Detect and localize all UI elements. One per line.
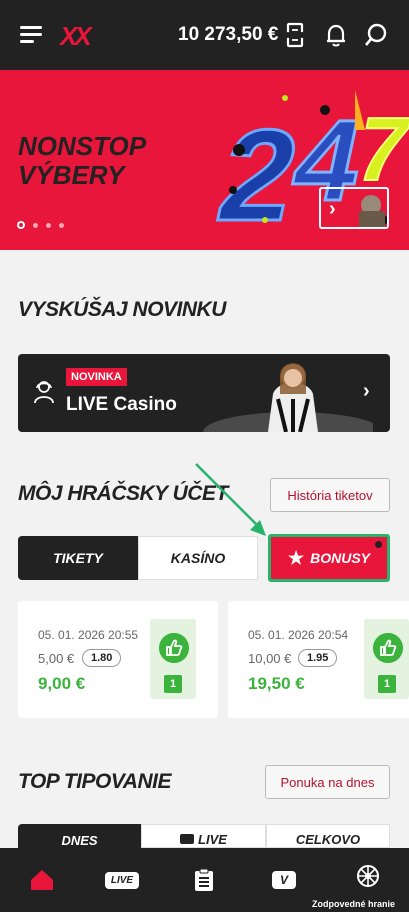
account-tabs: TIKETY KASÍNO ★ BONUSY [18,534,390,582]
nav-home[interactable] [22,848,62,912]
tab-label: LIVE [198,832,227,847]
bell-icon[interactable] [323,22,349,48]
wheel-icon [357,865,379,887]
tab-bonusy[interactable]: ★ BONUSY [268,534,390,582]
clipboard-icon [195,868,213,891]
section-title-new: VYSKÚŠAJ NOVINKU [18,298,226,321]
ticket-win: 19,50 € [248,674,305,693]
menu-icon[interactable] [20,26,42,44]
tab-label: DNES [61,833,98,848]
ticket-count: 1 [378,675,396,693]
new-badge: NOVINKA [66,368,127,386]
promo-banner[interactable]: NONSTOP VÝBERY 2 4 7 › [0,70,409,250]
top-tips-tabs: DNES LIVE CELKOVO [18,824,390,848]
live-icon: LIVE [104,871,140,889]
bottom-navigation: LIVE V Zodpovedné hranie [0,848,409,912]
tab-celkovo[interactable]: CELKOVO [266,824,390,848]
ticket-card[interactable]: 05. 01. 2026 20:54 10,00 € 1.95 19,50 € … [228,601,409,718]
chevron-right-icon: › [329,198,336,220]
tab-label: KASÍNO [170,550,226,566]
logo[interactable]: XX [60,21,92,52]
nav-virtual[interactable]: V [266,848,302,912]
home-icon [31,870,53,890]
ticket-icon[interactable] [282,22,308,48]
thumbs-up-icon [373,633,403,663]
ticket-status: 1 [150,619,196,699]
banner-thumbnail [359,195,385,227]
dealer-image [203,363,373,432]
nav-live[interactable]: LIVE [104,848,140,912]
pagination-dot[interactable] [59,222,64,228]
ticket-count: 1 [164,675,182,693]
pagination-dot[interactable] [33,222,38,228]
search-icon[interactable] [363,22,389,48]
tab-label: BONUSY [310,550,371,566]
video-icon [180,834,195,844]
ticket-date: 05. 01. 2026 20:55 [38,628,139,642]
nav-tickets[interactable] [186,848,222,912]
ticket-history-button[interactable]: História tiketov [270,478,390,512]
tab-live[interactable]: LIVE [141,824,266,848]
thumbs-up-icon [159,633,189,663]
star-icon: ★ [287,547,305,568]
ticket-odds: 1.80 [82,649,122,667]
banner-pagination[interactable] [17,221,64,229]
tab-kasino[interactable]: KASÍNO [138,536,258,580]
live-casino-promo[interactable]: NOVINKA LIVE Casino › [18,354,390,432]
tab-dnes[interactable]: DNES [18,824,141,848]
section-title-top-tips: TOP TIPOVANIE [18,770,171,793]
ticket-stake: 10,00 € [248,651,292,666]
ticket-status: 1 [364,619,409,699]
account-balance[interactable]: 10 273,50 € [178,24,278,46]
chevron-right-icon: › [363,380,370,402]
banner-title: NONSTOP VÝBERY [18,131,146,190]
user-icon [34,381,54,404]
pagination-dot-active[interactable] [17,221,25,229]
ticket-win: 9,00 € [38,674,86,693]
banner-next-button[interactable]: › [319,187,389,229]
notification-dot [375,541,382,548]
virtual-icon: V [271,871,296,889]
section-title-account: MÔJ HRÁČSKY ÚČET [18,482,228,505]
ticket-odds: 1.95 [298,649,338,667]
ticket-date: 05. 01. 2026 20:54 [248,628,349,642]
pagination-dot[interactable] [46,222,51,228]
top-header: XX 10 273,50 € [0,0,409,70]
tab-label: TIKETY [53,550,103,566]
ticket-stake: 5,00 € [38,651,75,666]
ticket-card[interactable]: 05. 01. 2026 20:55 5,00 € 1.80 9,00 € 1 [18,601,218,718]
responsible-gaming-label: Zodpovedné hranie [312,899,396,909]
promo-label: LIVE Casino [66,394,177,415]
tab-tikety[interactable]: TIKETY [18,536,138,580]
tab-label: CELKOVO [295,832,361,847]
offer-today-button[interactable]: Ponuka na dnes [265,765,390,799]
